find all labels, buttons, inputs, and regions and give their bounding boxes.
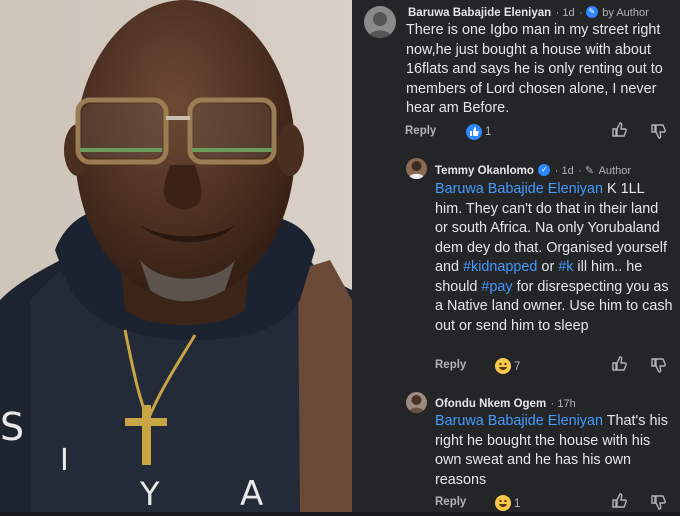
thumbs-up-icon[interactable] (611, 493, 627, 509)
user-avatar-icon (368, 12, 392, 38)
avatar[interactable] (406, 158, 427, 179)
author-badge-icon: ✎ (585, 5, 598, 18)
reply-button[interactable]: Reply (435, 359, 466, 371)
haha-reaction-icon[interactable] (495, 495, 511, 511)
commenter-name[interactable]: Ofondu Nkem Ogem (435, 398, 546, 410)
comment-text: Baruwa Babajide Eleniyan That's his righ… (435, 412, 675, 490)
hashtag-link[interactable]: #kidnapped (463, 259, 537, 275)
commenter-name[interactable]: Baruwa Babajide Eleniyan (408, 7, 551, 19)
man-portrait-image: S I Y A (0, 0, 352, 512)
like-reaction-icon[interactable] (466, 124, 482, 140)
thumbs-down-icon[interactable] (650, 123, 666, 139)
reaction-count: 1 (485, 126, 492, 138)
author-label: by Author (602, 7, 649, 19)
verified-icon: ✓ (538, 163, 551, 176)
avatar[interactable] (406, 392, 427, 413)
comment-time[interactable]: 1d (561, 165, 573, 177)
reaction-count: 7 (514, 361, 521, 373)
reply-button[interactable]: Reply (405, 125, 436, 137)
profile-photo: S I Y A (0, 0, 352, 512)
user-avatar-icon (408, 161, 425, 179)
haha-reaction-icon[interactable] (495, 358, 511, 374)
thumbs-up-icon[interactable] (611, 356, 627, 372)
thumbs-up-icon[interactable] (611, 122, 627, 138)
svg-text:Y: Y (139, 475, 160, 512)
comment-header: Temmy Okanlomo ✓ · 1d · ✎ Author (435, 163, 632, 177)
comment-text: There is one Igbo man in my street right… (406, 22, 663, 116)
thumbs-down-icon[interactable] (650, 494, 666, 510)
comment-text-segment: or (537, 259, 559, 275)
reaction-count: 1 (514, 498, 521, 510)
svg-text:I: I (60, 443, 69, 478)
hashtag-link[interactable]: #k (558, 259, 573, 275)
hashtag-link[interactable]: #pay (481, 279, 512, 295)
reply-button[interactable]: Reply (435, 496, 466, 508)
comment-time[interactable]: 17h (557, 398, 575, 410)
comment-header: Ofondu Nkem Ogem · 17h (435, 398, 576, 410)
author-edit-icon: ✎ (584, 165, 595, 177)
comments-panel: Baruwa Babajide Eleniyan · 1d · ✎ by Aut… (352, 0, 680, 512)
mention-link[interactable]: Baruwa Babajide Eleniyan (435, 181, 603, 197)
comment-text: Baruwa Babajide Eleniyan K 1LL him. They… (435, 180, 675, 336)
author-label: Author (598, 165, 632, 177)
mention-link[interactable]: Baruwa Babajide Eleniyan (435, 413, 603, 429)
comment-time[interactable]: 1d (562, 7, 574, 19)
thumbs-down-icon[interactable] (650, 357, 666, 373)
avatar[interactable] (364, 6, 396, 38)
svg-text:A: A (240, 474, 263, 512)
svg-text:S: S (0, 405, 24, 449)
commenter-name[interactable]: Temmy Okanlomo (435, 165, 534, 177)
comment-header: Baruwa Babajide Eleniyan · 1d · ✎ by Aut… (408, 5, 649, 19)
user-avatar-icon (408, 395, 425, 413)
